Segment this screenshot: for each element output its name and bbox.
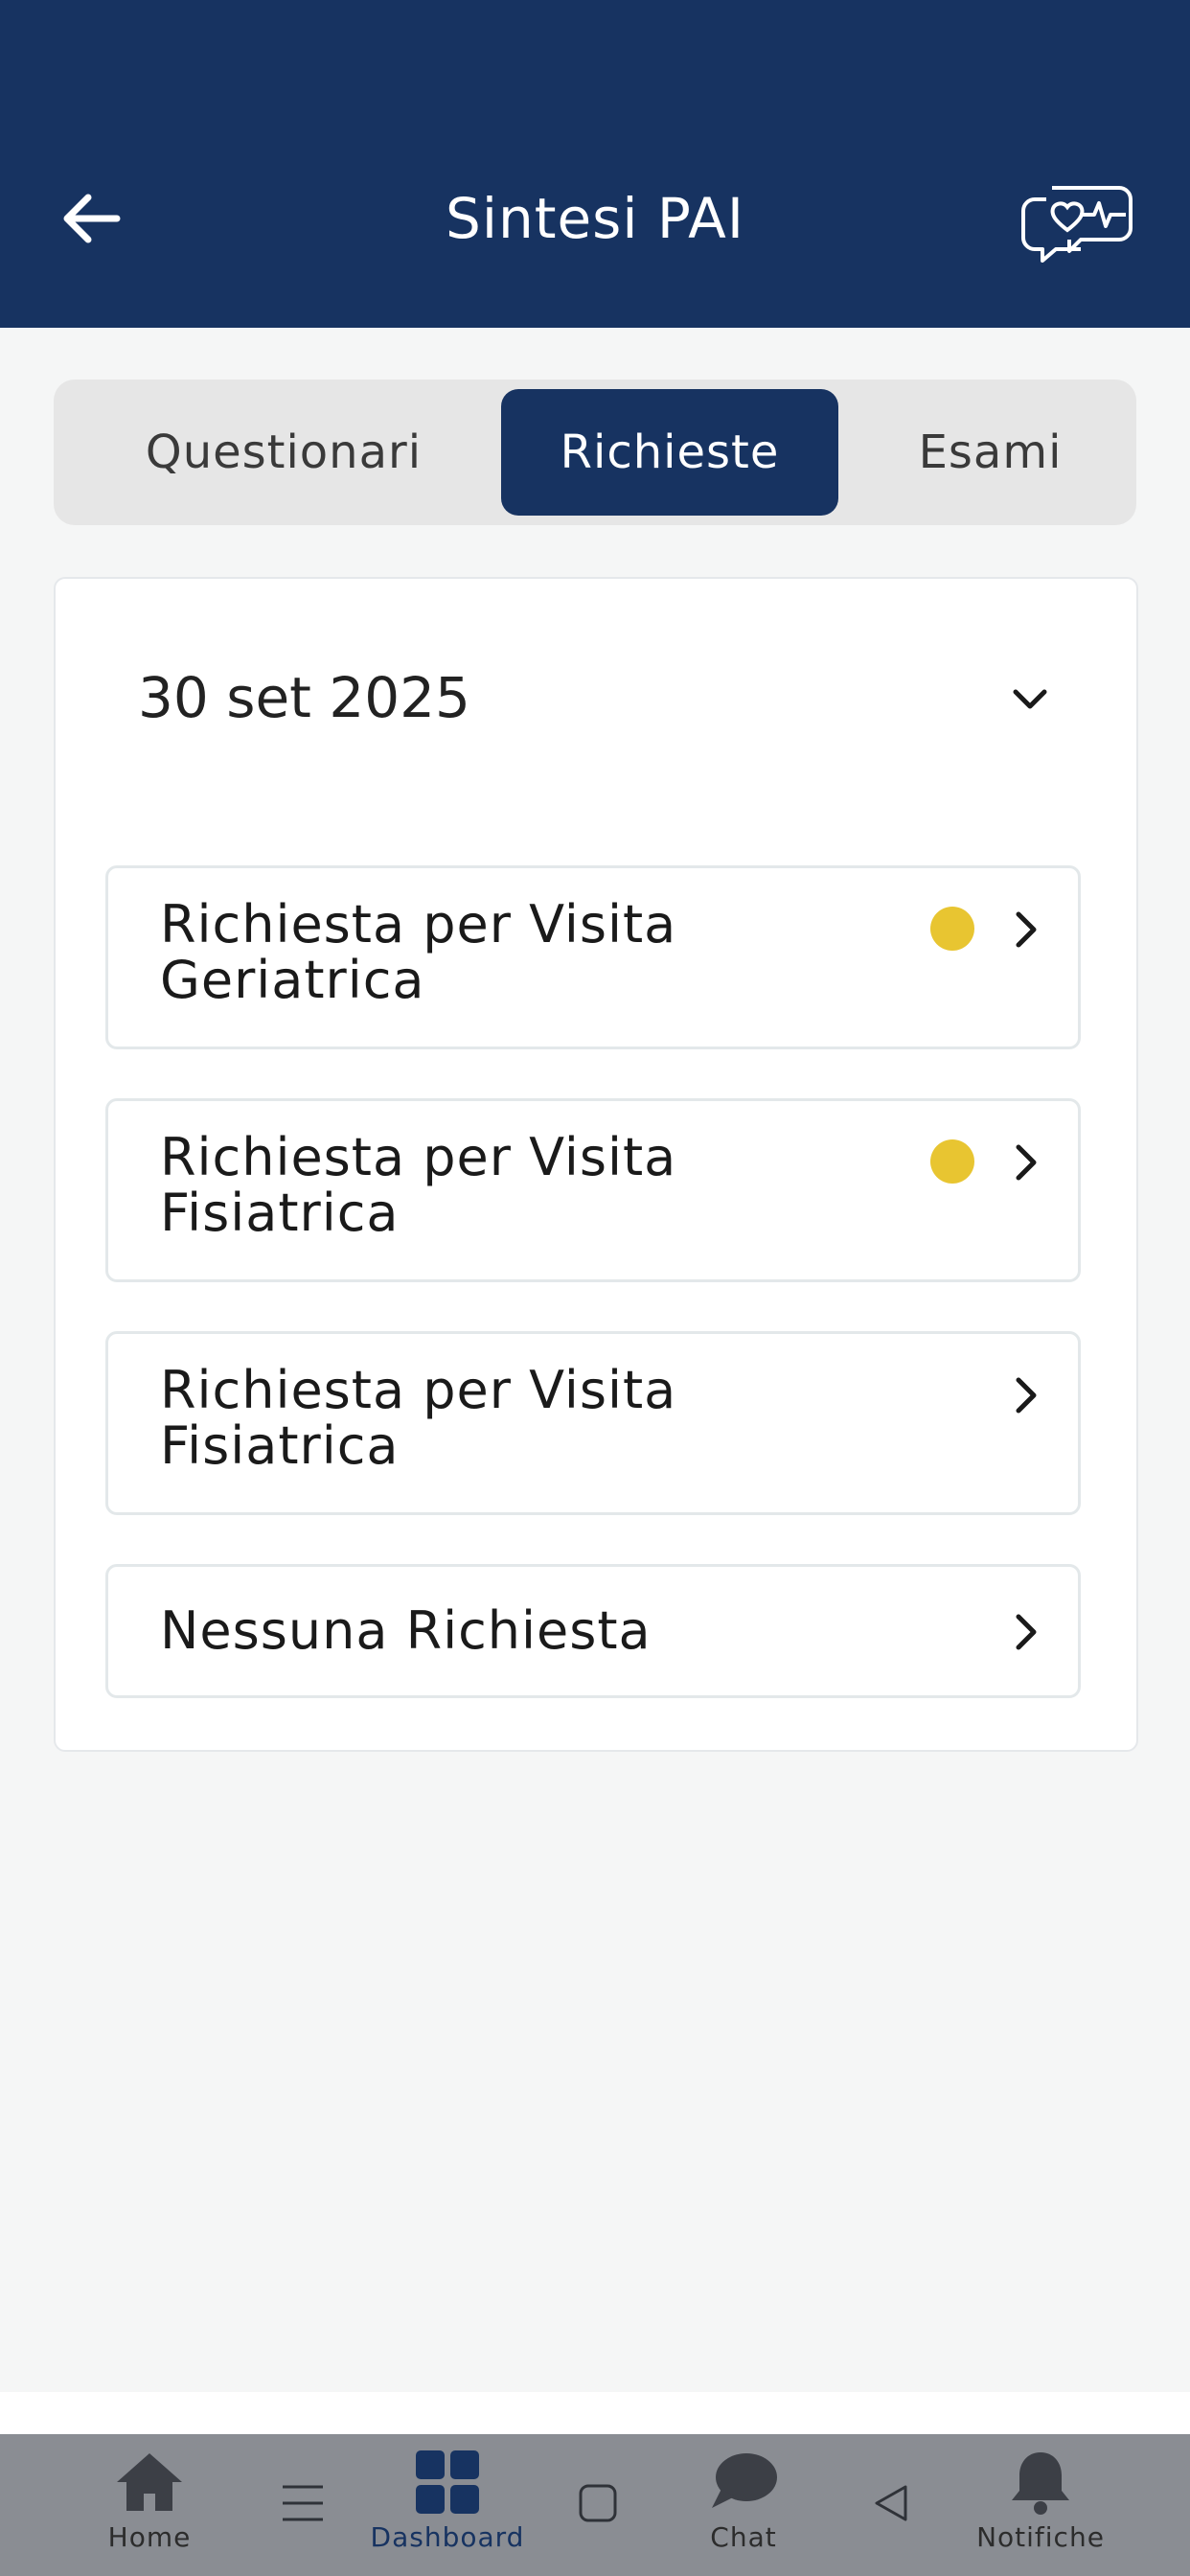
bell-icon xyxy=(1012,2452,1069,2515)
nav-label-chat: Chat xyxy=(710,2521,777,2553)
request-item[interactable]: Richiesta per Visita Fisiatrica xyxy=(105,1098,1081,1282)
status-dot xyxy=(930,1139,974,1184)
chat-heart-icon[interactable] xyxy=(1018,178,1134,263)
chevron-right-icon xyxy=(1016,1614,1037,1650)
nav-item-notifiche[interactable]: Notifiche xyxy=(962,2434,1119,2576)
tab-esami[interactable]: Esami xyxy=(858,389,1122,516)
system-back-button[interactable] xyxy=(862,2474,920,2532)
request-item[interactable]: Nessuna Richiesta xyxy=(105,1564,1081,1698)
request-title: Nessuna Richiesta xyxy=(160,1600,652,1661)
date-section-header[interactable]: 30 set 2025 xyxy=(84,654,1054,742)
request-title: Richiesta per Visita Fisiatrica xyxy=(160,1127,677,1243)
chevron-down-icon xyxy=(1013,689,1047,709)
request-item[interactable]: Richiesta per Visita Geriatrica xyxy=(105,865,1081,1049)
page-title: Sintesi PAI xyxy=(446,186,744,251)
app-header: Sintesi PAI xyxy=(0,0,1190,328)
nav-label-dashboard: Dashboard xyxy=(370,2521,525,2553)
square-home-icon xyxy=(579,2484,617,2522)
chevron-right-icon xyxy=(1016,1144,1037,1181)
nav-item-chat[interactable]: Chat xyxy=(676,2434,811,2576)
system-home-button[interactable] xyxy=(569,2474,627,2532)
tab-questionari[interactable]: Questionari xyxy=(92,389,475,516)
bottom-divider xyxy=(0,2392,1190,2434)
nav-item-home[interactable]: Home xyxy=(82,2434,217,2576)
section-date: 30 set 2025 xyxy=(138,665,470,730)
segmented-tabs: Questionari Richieste Esami xyxy=(54,380,1136,525)
nav-item-dashboard[interactable]: Dashboard xyxy=(356,2434,538,2576)
nav-label-home: Home xyxy=(107,2521,192,2553)
home-icon xyxy=(117,2453,182,2511)
chat-icon xyxy=(712,2453,777,2508)
dashboard-icon xyxy=(416,2450,479,2514)
request-item[interactable]: Richiesta per Visita Fisiatrica xyxy=(105,1331,1081,1515)
tab-richieste[interactable]: Richieste xyxy=(501,389,838,516)
menu-icon xyxy=(283,2485,323,2521)
request-title: Richiesta per Visita Geriatrica xyxy=(160,894,677,1010)
status-dot xyxy=(930,907,974,951)
chevron-right-icon xyxy=(1016,1377,1037,1414)
chevron-right-icon xyxy=(1016,911,1037,948)
triangle-back-icon xyxy=(875,2485,907,2521)
system-menu-button[interactable] xyxy=(274,2474,332,2532)
request-title: Richiesta per Visita Fisiatrica xyxy=(160,1360,677,1476)
nav-label-notifiche: Notifiche xyxy=(976,2521,1105,2553)
